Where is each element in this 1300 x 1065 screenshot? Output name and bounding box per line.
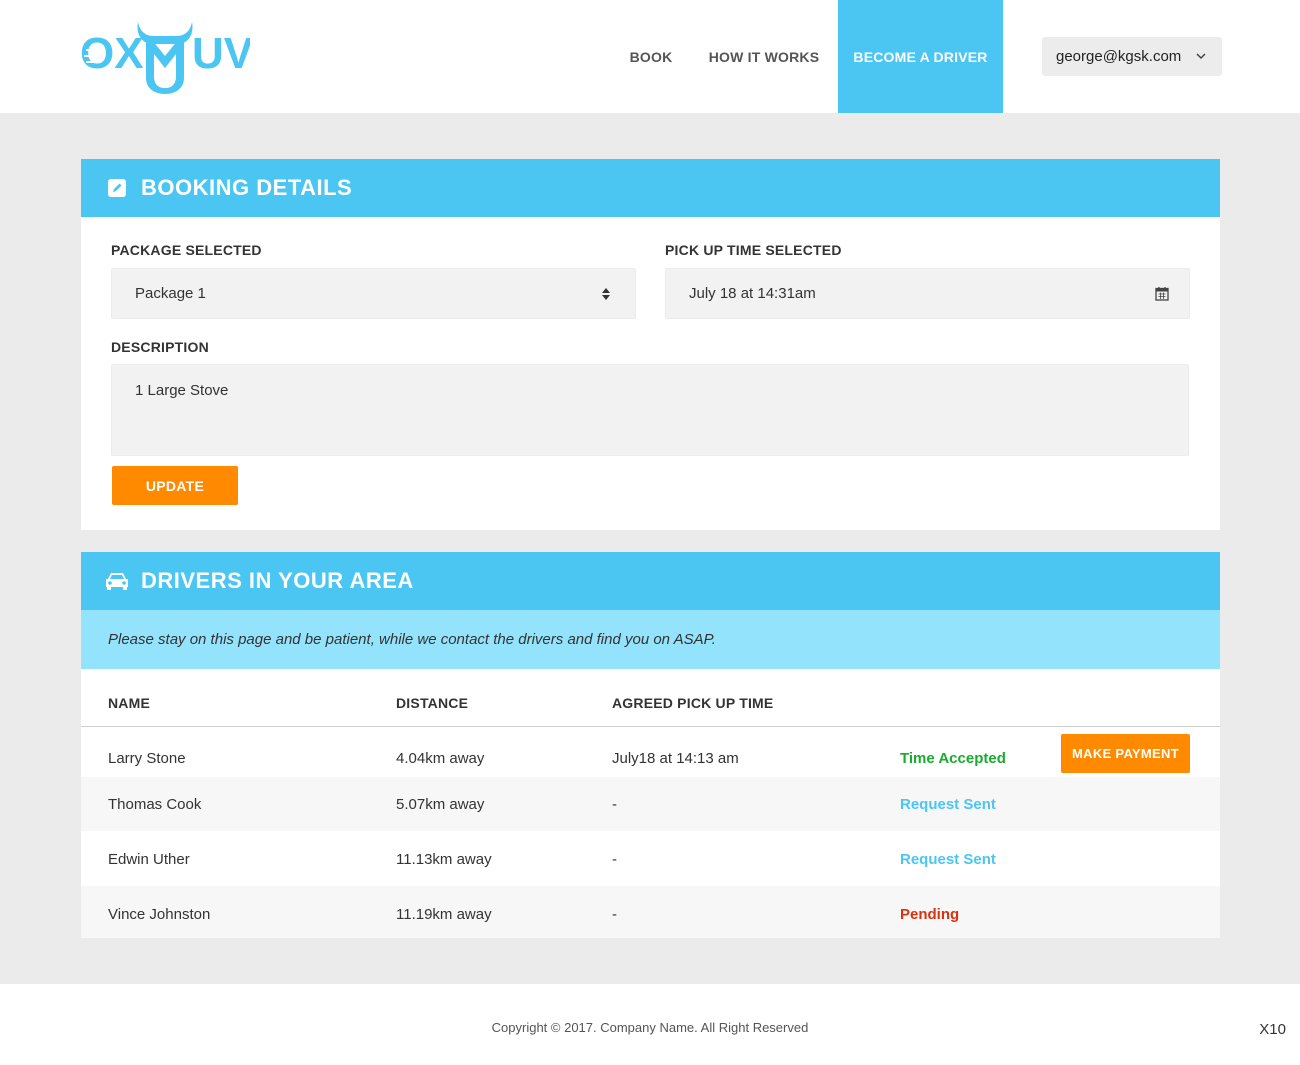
description-textarea[interactable]: 1 Large Stove — [111, 364, 1189, 456]
booking-details-panel: BOOKING DETAILS PACKAGE SELECTED Package… — [81, 159, 1220, 530]
package-label: PACKAGE SELECTED — [111, 242, 262, 258]
calendar-icon[interactable] — [1155, 286, 1169, 301]
site-header: OX UV BOOK HOW IT WORKS BECOME A DRIVER … — [0, 0, 1300, 113]
driver-status: Request Sent — [900, 851, 996, 868]
drivers-panel: DRIVERS IN YOUR AREA Please stay on this… — [81, 552, 1220, 938]
driver-distance: 4.04km away — [396, 750, 485, 767]
driver-pickup-time: - — [612, 906, 617, 923]
nav-become-a-driver[interactable]: BECOME A DRIVER — [838, 0, 1003, 113]
oxmuv-logo[interactable]: OX UV — [80, 18, 250, 98]
table-row: Larry Stone 4.04km away July18 at 14:13 … — [81, 727, 1220, 777]
site-footer: Copyright © 2017. Company Name. All Righ… — [0, 984, 1300, 1065]
drivers-header: DRIVERS IN YOUR AREA — [81, 552, 1220, 610]
pickup-time-field[interactable]: July 18 at 14:31am — [665, 268, 1190, 319]
nav-book[interactable]: BOOK — [612, 0, 690, 113]
driver-status: Request Sent — [900, 796, 996, 813]
table-row: Thomas Cook 5.07km away - Request Sent — [81, 777, 1220, 831]
patience-notice: Please stay on this page and be patient,… — [81, 610, 1220, 669]
description-label: DESCRIPTION — [111, 339, 209, 355]
table-row: Vince Johnston 11.19km away - Pending — [81, 886, 1220, 938]
package-value: Package 1 — [135, 285, 206, 302]
column-header-name: NAME — [108, 695, 151, 711]
driver-pickup-time: - — [612, 851, 617, 868]
car-icon — [104, 570, 130, 592]
driver-distance: 11.13km away — [396, 851, 492, 868]
chevron-down-icon — [1196, 53, 1206, 60]
column-header-pickup-time: AGREED PICK UP TIME — [612, 695, 774, 711]
svg-text:UV: UV — [192, 29, 250, 78]
user-email: george@kgsk.com — [1056, 48, 1182, 65]
corner-label: X10 — [1259, 1021, 1286, 1038]
driver-name: Edwin Uther — [108, 851, 190, 868]
update-button[interactable]: UPDATE — [112, 466, 238, 505]
copyright-text: Copyright © 2017. Company Name. All Righ… — [491, 1020, 809, 1035]
driver-pickup-time: - — [612, 796, 617, 813]
pickup-time-value: July 18 at 14:31am — [689, 285, 816, 302]
nav-how-it-works[interactable]: HOW IT WORKS — [700, 0, 828, 113]
driver-status: Pending — [900, 906, 960, 923]
package-select[interactable]: Package 1 — [111, 268, 636, 319]
sort-arrows-icon — [602, 288, 610, 300]
booking-details-title: BOOKING DETAILS — [141, 175, 353, 200]
edit-icon — [104, 177, 130, 199]
column-header-distance: DISTANCE — [396, 695, 469, 711]
svg-text:OX: OX — [80, 29, 144, 78]
driver-pickup-time: July18 at 14:13 am — [612, 750, 739, 767]
driver-name: Thomas Cook — [108, 796, 202, 813]
table-row: Edwin Uther 11.13km away - Request Sent — [81, 831, 1220, 886]
make-payment-button[interactable]: MAKE PAYMENT — [1061, 734, 1190, 773]
booking-details-header: BOOKING DETAILS — [81, 159, 1220, 217]
drivers-title: DRIVERS IN YOUR AREA — [141, 568, 414, 593]
user-account-dropdown[interactable]: george@kgsk.com — [1042, 37, 1222, 76]
description-value: 1 Large Stove — [135, 382, 229, 399]
driver-distance: 5.07km away — [396, 796, 485, 813]
pickup-time-label: PICK UP TIME SELECTED — [665, 242, 842, 258]
driver-name: Vince Johnston — [108, 906, 211, 923]
driver-status: Time Accepted — [900, 750, 1006, 767]
driver-name: Larry Stone — [108, 750, 186, 767]
driver-distance: 11.19km away — [396, 906, 492, 923]
